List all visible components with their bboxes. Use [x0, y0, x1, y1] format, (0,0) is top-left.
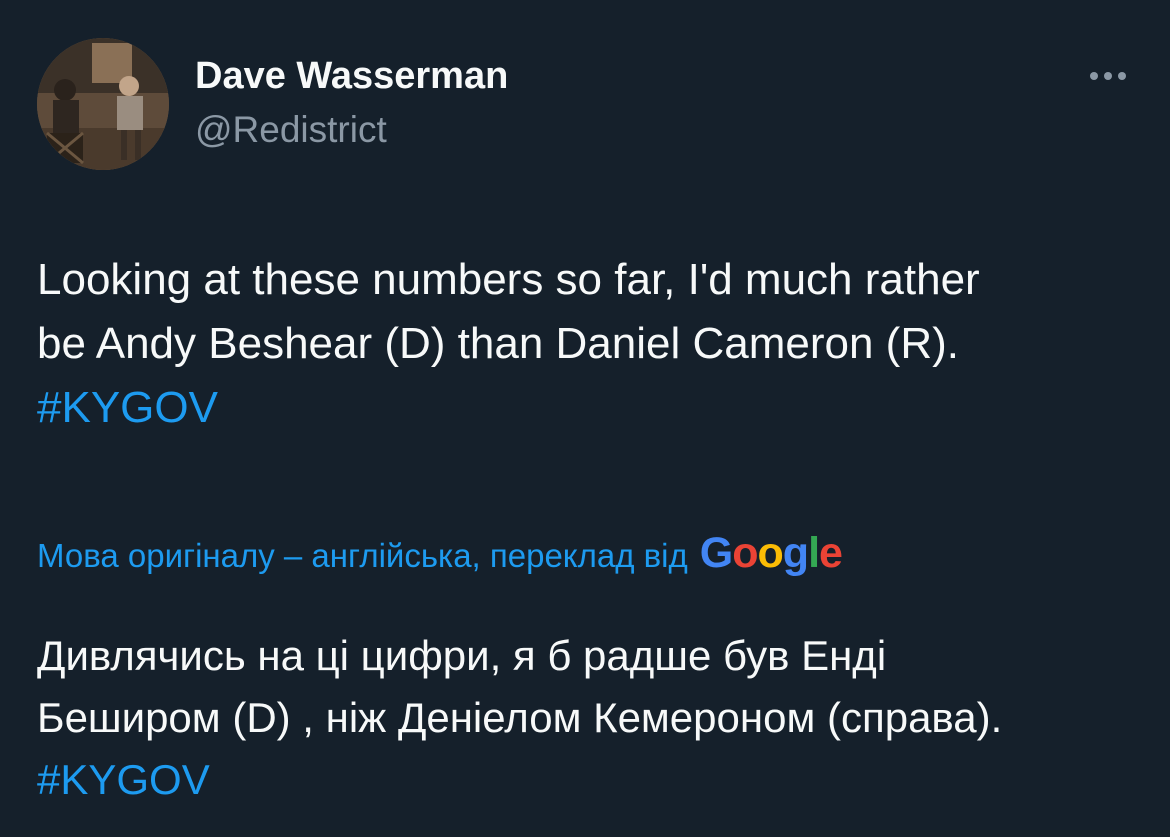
- google-logo: Google: [699, 525, 843, 581]
- translated-text-line: Дивлячись на ці цифри, я б радше був Енд…: [37, 632, 887, 679]
- more-horizontal-icon-dot: [1104, 72, 1112, 80]
- tweet-text-line: be Andy Beshear (D) than Daniel Cameron …: [37, 319, 959, 368]
- more-horizontal-icon: [1090, 72, 1098, 80]
- tweet-text: Looking at these numbers so far, I'd muc…: [37, 248, 1147, 440]
- google-logo-letter: o: [757, 529, 784, 577]
- more-horizontal-icon-dot: [1118, 72, 1126, 80]
- translated-text-line: Беширом (D) , ніж Деніелом Кемероном (сп…: [37, 694, 1003, 741]
- google-logo-letter: e: [819, 529, 843, 577]
- author-handle[interactable]: @Redistrict: [195, 106, 387, 154]
- author-name[interactable]: Dave Wasserman: [195, 52, 508, 100]
- tweet-text-line: Looking at these numbers so far, I'd muc…: [37, 255, 980, 304]
- more-options-button[interactable]: [1080, 58, 1136, 94]
- hashtag-link[interactable]: #KYGOV: [37, 376, 1147, 440]
- google-logo-letter: o: [732, 529, 758, 577]
- google-logo-letter: g: [782, 529, 809, 577]
- avatar-image: [37, 38, 169, 170]
- translation-attribution[interactable]: Мова оригіналу – англійська, переклад ві…: [37, 525, 843, 584]
- translation-note: Мова оригіналу – англійська, переклад ві…: [37, 537, 688, 574]
- translated-text: Дивлячись на ці цифри, я б радше був Енд…: [37, 625, 1147, 811]
- translated-hashtag-link[interactable]: #KYGOV: [37, 749, 1147, 811]
- avatar[interactable]: [37, 38, 169, 170]
- google-logo-letter: l: [808, 529, 820, 577]
- google-logo-letter: G: [699, 529, 733, 577]
